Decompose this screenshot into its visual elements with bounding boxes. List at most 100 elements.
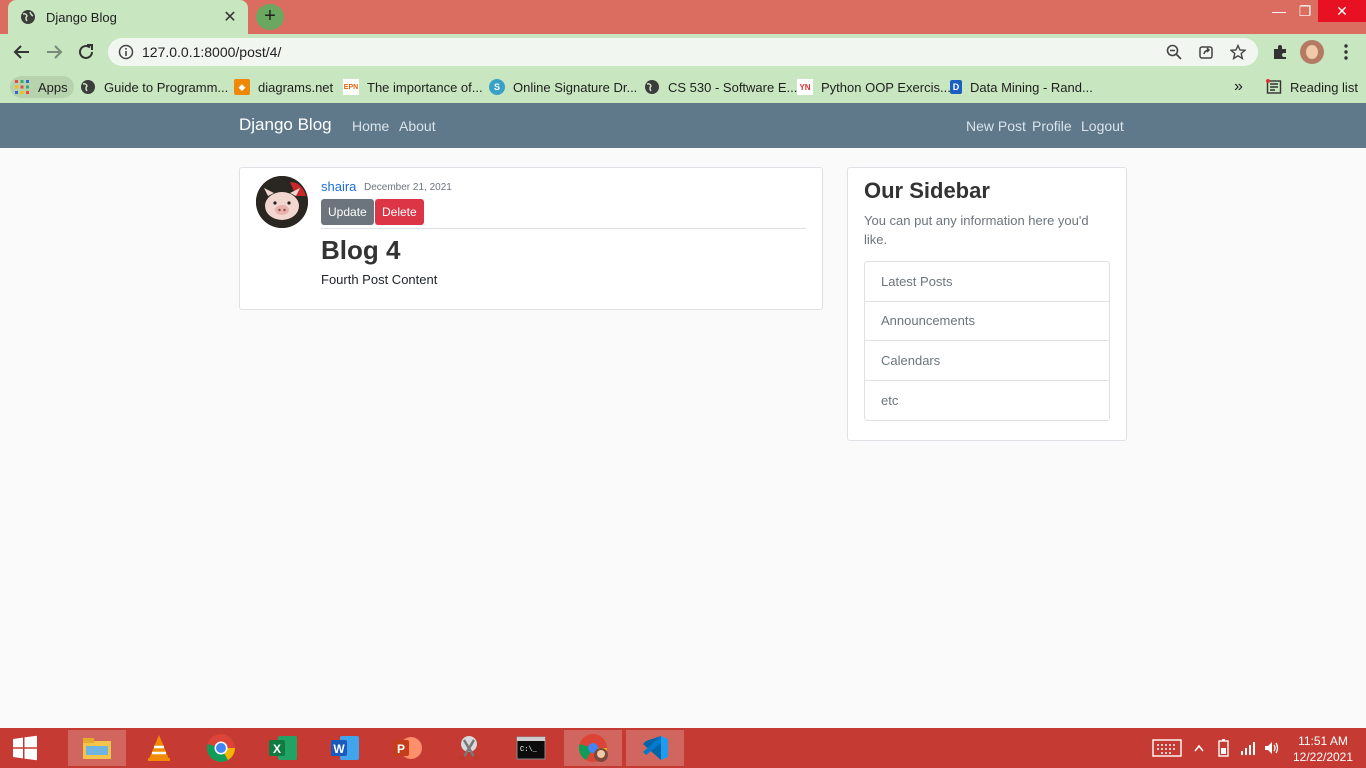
svg-text:C:\_: C:\_	[520, 746, 538, 754]
chrome-icon	[206, 734, 235, 762]
bookmark-python-oop[interactable]: YN Python OOP Exercis...	[797, 76, 951, 98]
globe-icon	[80, 79, 96, 95]
share-icon[interactable]	[1198, 44, 1216, 60]
delete-button[interactable]: Delete	[375, 199, 424, 225]
nav-logout-link[interactable]: Logout	[1081, 118, 1124, 134]
sidebar-item-calendars[interactable]: Calendars	[865, 341, 1109, 381]
bookmark-apps[interactable]: Apps	[10, 76, 74, 98]
update-button[interactable]: Update	[321, 199, 374, 225]
post-date: December 21, 2021	[364, 182, 452, 193]
bookmark-importance[interactable]: EPN The importance of...	[343, 76, 483, 98]
taskbar-powerpoint[interactable]: P	[378, 730, 436, 766]
author-avatar	[256, 176, 308, 228]
pynative-icon: YN	[797, 79, 813, 95]
vlc-icon	[148, 735, 170, 761]
sidebar-item-announcements[interactable]: Announcements	[865, 302, 1109, 341]
back-button[interactable]	[10, 40, 34, 64]
taskbar-snipping-tool[interactable]	[440, 730, 498, 766]
bookmark-label: Apps	[38, 79, 68, 95]
bookmark-diagrams[interactable]: ◆ diagrams.net	[234, 76, 333, 98]
globe-icon	[644, 79, 660, 95]
sidebar-list: Latest Posts Announcements Calendars etc	[864, 261, 1110, 421]
touch-keyboard-icon[interactable]	[1152, 728, 1182, 768]
sidebar-item-etc[interactable]: etc	[865, 381, 1109, 421]
reload-button[interactable]	[74, 40, 98, 64]
bookmark-label: Python OOP Exercis...	[821, 79, 951, 95]
battery-icon[interactable]	[1214, 728, 1232, 768]
nav-about-link[interactable]: About	[399, 118, 436, 134]
nav-new-post-link[interactable]: New Post	[966, 118, 1026, 134]
reading-list-icon	[1266, 79, 1282, 95]
forward-button[interactable]	[42, 40, 66, 64]
powerpoint-icon: P	[393, 737, 422, 759]
file-explorer-icon	[83, 738, 111, 759]
command-prompt-icon: C:\_	[516, 736, 546, 760]
post-title: Blog 4	[321, 235, 401, 265]
site-navbar: Django Blog Home About New Post Profile …	[0, 103, 1366, 148]
taskbar-chrome[interactable]	[192, 730, 250, 766]
browser-tab-strip: Django Blog ✕ + — ❐ ✕	[0, 0, 1366, 34]
sidebar-title: Our Sidebar	[864, 178, 990, 203]
post-card: shaira December 21, 2021 Update Delete B…	[239, 167, 823, 310]
profile-avatar[interactable]	[1300, 40, 1324, 64]
network-icon[interactable]	[1240, 728, 1256, 768]
clock-date: 12/22/2021	[1292, 750, 1354, 764]
extensions-button[interactable]	[1268, 40, 1292, 64]
taskbar-excel[interactable]: X	[254, 730, 312, 766]
windows-logo-icon	[13, 735, 37, 761]
volume-icon[interactable]	[1264, 728, 1280, 768]
bookmark-signature[interactable]: S Online Signature Dr...	[489, 76, 637, 98]
reading-list-label: Reading list	[1290, 79, 1358, 95]
word-icon: W	[331, 736, 359, 760]
reading-list-button[interactable]: Reading list	[1266, 76, 1358, 98]
svg-text:X: X	[273, 742, 281, 756]
snipping-tool-icon	[459, 736, 479, 761]
clock-time: 11:51 AM	[1298, 734, 1348, 748]
browser-tab[interactable]: Django Blog ✕	[8, 0, 248, 34]
bookmark-cs530[interactable]: CS 530 - Software E...	[644, 76, 797, 98]
show-hidden-icons-icon[interactable]	[1194, 728, 1204, 768]
avatar-face	[1306, 45, 1318, 59]
taskbar-chrome-profile[interactable]	[564, 730, 622, 766]
bookmark-guide[interactable]: Guide to Programm...	[80, 76, 228, 98]
restore-button[interactable]: ❐	[1288, 0, 1322, 22]
taskbar-command-prompt[interactable]: C:\_	[502, 730, 560, 766]
browser-toolbar: 127.0.0.1:8000/post/4/	[0, 34, 1366, 70]
more-bookmarks-button[interactable]: »	[1234, 76, 1243, 98]
bookmark-star-icon[interactable]	[1229, 43, 1248, 60]
address-bar[interactable]: 127.0.0.1:8000/post/4/	[108, 38, 1258, 66]
post-divider	[321, 228, 806, 229]
svg-text:P: P	[397, 742, 405, 756]
bookmark-label: CS 530 - Software E...	[668, 79, 798, 95]
diagrams-icon: ◆	[234, 79, 250, 95]
bookmark-label: Data Mining - Rand...	[970, 79, 1093, 95]
bookmark-label: The importance of...	[367, 79, 483, 95]
bookmark-data-mining[interactable]: D Data Mining - Rand...	[950, 76, 1093, 98]
sidebar-item-latest-posts[interactable]: Latest Posts	[865, 262, 1109, 302]
url-text[interactable]: 127.0.0.1:8000/post/4/	[142, 44, 281, 60]
tab-title: Django Blog	[46, 9, 117, 25]
nav-profile-link[interactable]: Profile	[1032, 118, 1072, 134]
sidebar: Our Sidebar You can put any information …	[847, 167, 1127, 441]
start-button[interactable]	[0, 730, 50, 766]
chrome-menu-button[interactable]	[1334, 40, 1358, 64]
bookmark-label: Online Signature Dr...	[513, 79, 638, 95]
apps-grid-icon	[14, 79, 30, 95]
taskbar-file-explorer[interactable]	[68, 730, 126, 766]
svg-text:W: W	[333, 742, 345, 756]
post-author-link[interactable]: shaira	[321, 179, 356, 194]
taskbar-vscode[interactable]	[626, 730, 684, 766]
navbar-brand[interactable]: Django Blog	[239, 115, 332, 135]
d-icon: D	[950, 80, 962, 94]
nav-home-link[interactable]: Home	[352, 118, 389, 134]
taskbar-vlc[interactable]	[130, 730, 188, 766]
windows-taskbar: X W P C:\_ 11:51 AM 12/22/2021	[0, 728, 1366, 768]
zoom-icon[interactable]	[1166, 44, 1184, 60]
tab-close-icon[interactable]: ✕	[222, 7, 238, 27]
taskbar-word[interactable]: W	[316, 730, 374, 766]
site-info-icon[interactable]	[118, 44, 134, 65]
forward-arrow-icon	[47, 45, 63, 59]
taskbar-clock[interactable]: 11:51 AM 12/22/2021	[1286, 733, 1360, 765]
close-window-button[interactable]: ✕	[1318, 0, 1366, 22]
new-tab-button[interactable]: +	[256, 4, 284, 30]
